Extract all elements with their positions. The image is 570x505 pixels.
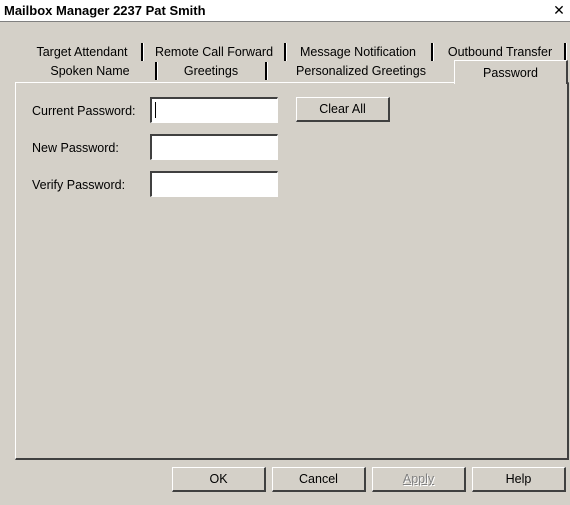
password-tab-panel <box>15 82 569 460</box>
tab-outbound-transfer[interactable]: Outbound Transfer <box>438 43 562 61</box>
title-bar[interactable]: Mailbox Manager 2237 Pat Smith ✕ <box>0 0 570 22</box>
tab-target-attendant[interactable]: Target Attendant <box>28 43 136 61</box>
tab-greetings[interactable]: Greetings <box>162 62 260 80</box>
tab-spoken-name[interactable]: Spoken Name <box>30 62 150 80</box>
mailbox-manager-dialog: Mailbox Manager 2237 Pat Smith ✕ Target … <box>0 0 570 505</box>
tab-separator <box>431 43 434 61</box>
current-password-label: Current Password: <box>32 104 136 118</box>
new-password-label: New Password: <box>32 141 119 155</box>
text-caret <box>155 102 156 118</box>
window-title: Mailbox Manager 2237 Pat Smith <box>4 3 206 18</box>
tab-separator <box>564 43 567 61</box>
clear-all-button[interactable]: Clear All <box>296 97 390 122</box>
verify-password-label: Verify Password: <box>32 178 126 192</box>
apply-button-label: Apply <box>402 472 435 486</box>
close-icon[interactable]: ✕ <box>552 3 566 17</box>
tab-separator <box>155 62 158 80</box>
tab-separator <box>141 43 144 61</box>
tab-personalized-greetings[interactable]: Personalized Greetings <box>272 62 450 80</box>
verify-password-field[interactable] <box>150 171 278 197</box>
apply-button[interactable]: Apply <box>372 467 466 492</box>
tab-password[interactable]: Password <box>454 60 568 84</box>
new-password-field[interactable] <box>150 134 278 160</box>
help-button[interactable]: Help <box>472 467 566 492</box>
cancel-button[interactable]: Cancel <box>272 467 366 492</box>
tab-message-notification[interactable]: Message Notification <box>290 43 426 61</box>
tab-separator <box>265 62 268 80</box>
tab-separator <box>284 43 287 61</box>
tab-remote-call-forward[interactable]: Remote Call Forward <box>148 43 280 61</box>
ok-button[interactable]: OK <box>172 467 266 492</box>
current-password-field[interactable] <box>150 97 278 123</box>
